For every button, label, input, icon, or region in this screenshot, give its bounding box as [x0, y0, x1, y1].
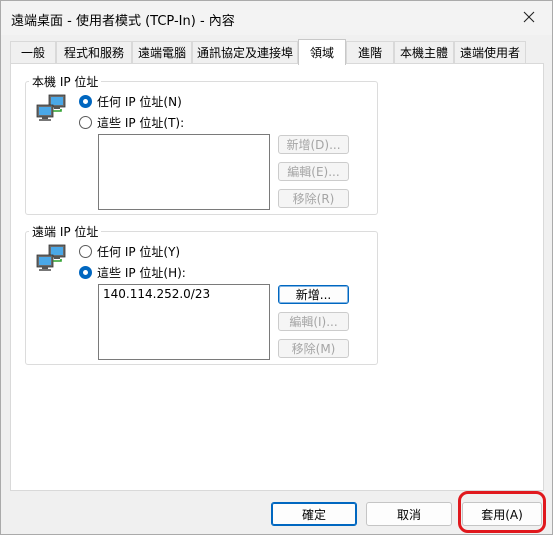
remote-any-ip-option[interactable]: 任何 IP 位址(Y): [79, 243, 180, 260]
tab-general[interactable]: 一般: [10, 41, 56, 63]
tab-label: 一般: [20, 46, 45, 60]
cancel-button[interactable]: 取消: [366, 502, 452, 526]
tab-label: 領域: [309, 46, 334, 60]
tab-local-principals[interactable]: 本機主體: [394, 41, 454, 63]
network-computers-icon: [36, 94, 66, 121]
local-any-ip-label: 任何 IP 位址(N): [97, 95, 182, 109]
tab-advanced[interactable]: 進階: [346, 41, 394, 63]
remote-add-button[interactable]: 新增...: [278, 285, 349, 304]
local-ip-group: 本機 IP 位址 任何 IP 位址(N) 這些 IP 位址(T): 新增(D).…: [25, 73, 378, 215]
scope-panel: 本機 IP 位址 任何 IP 位址(N) 這些 IP 位址(T): 新增(D).…: [10, 63, 544, 491]
remote-ip-list-item[interactable]: 140.114.252.0/23: [103, 287, 265, 301]
ok-button[interactable]: 確定: [271, 502, 357, 526]
remote-any-ip-radio[interactable]: [79, 245, 92, 258]
close-button[interactable]: [506, 1, 552, 33]
remote-ip-group: 遠端 IP 位址 任何 IP 位址(Y) 這些 IP 位址(H): 140.11…: [25, 223, 378, 365]
tab-scope[interactable]: 領域: [298, 39, 346, 65]
remote-ip-list[interactable]: 140.114.252.0/23: [98, 284, 270, 360]
local-these-ip-radio[interactable]: [79, 116, 92, 129]
tab-label: 進階: [357, 46, 382, 60]
title-bar: 遠端桌面 - 使用者模式 (TCP-In) - 內容: [1, 1, 552, 35]
remote-these-ip-label: 這些 IP 位址(H):: [97, 266, 186, 280]
tab-programs-services[interactable]: 程式和服務: [56, 41, 132, 63]
local-ip-list[interactable]: [98, 134, 270, 210]
local-any-ip-option[interactable]: 任何 IP 位址(N): [79, 93, 182, 110]
network-computers-icon: [36, 244, 66, 271]
properties-dialog: 遠端桌面 - 使用者模式 (TCP-In) - 內容 一般 程式和服務 遠端電腦…: [0, 0, 553, 535]
apply-button[interactable]: 套用(A): [462, 502, 542, 526]
tab-label: 遠端使用者: [459, 46, 520, 60]
tab-label: 遠端電腦: [137, 46, 186, 60]
local-ip-group-title: 本機 IP 位址: [29, 73, 102, 90]
remote-edit-button[interactable]: 編輯(I)...: [278, 312, 349, 331]
local-add-button[interactable]: 新增(D)...: [278, 135, 349, 154]
local-any-ip-radio[interactable]: [79, 95, 92, 108]
tab-protocols-ports[interactable]: 通訊協定及連接埠: [192, 41, 298, 63]
local-edit-button[interactable]: 編輯(E)...: [278, 162, 349, 181]
remote-any-ip-label: 任何 IP 位址(Y): [97, 245, 181, 259]
tab-remote-users[interactable]: 遠端使用者: [454, 41, 526, 63]
tab-remote-computers[interactable]: 遠端電腦: [132, 41, 192, 63]
local-these-ip-label: 這些 IP 位址(T):: [97, 116, 185, 130]
local-remove-button[interactable]: 移除(R): [278, 189, 349, 208]
remote-remove-button[interactable]: 移除(M): [278, 339, 349, 358]
remote-ip-group-title: 遠端 IP 位址: [29, 223, 102, 240]
remote-these-ip-option[interactable]: 這些 IP 位址(H):: [79, 264, 186, 281]
tab-label: 程式和服務: [63, 46, 124, 60]
remote-these-ip-radio[interactable]: [79, 266, 92, 279]
local-these-ip-option[interactable]: 這些 IP 位址(T):: [79, 114, 184, 131]
close-icon: [523, 11, 535, 23]
window-title: 遠端桌面 - 使用者模式 (TCP-In) - 內容: [11, 14, 235, 29]
tab-label: 本機主體: [399, 46, 448, 60]
tab-label: 通訊協定及連接埠: [196, 46, 293, 60]
